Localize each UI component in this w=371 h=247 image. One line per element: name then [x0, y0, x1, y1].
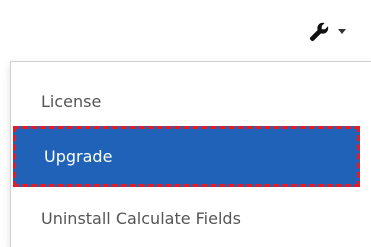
- menu-item-label: License: [41, 91, 102, 111]
- menu-item-label: Uninstall Calculate Fields: [41, 208, 241, 228]
- menu-item-uninstall-calculate-fields[interactable]: Uninstall Calculate Fields: [11, 190, 371, 246]
- page: License Upgrade Uninstall Calculate Fiel…: [0, 0, 371, 247]
- tools-dropdown-button[interactable]: [292, 15, 371, 48]
- menu-item-upgrade[interactable]: Upgrade: [13, 126, 360, 187]
- menu-item-label: Upgrade: [44, 147, 113, 166]
- caret-down-icon: [338, 29, 346, 34]
- dropdown-menu: License Upgrade Uninstall Calculate Fiel…: [10, 61, 371, 247]
- menu-item-license[interactable]: License: [11, 73, 371, 129]
- wrench-icon: [309, 22, 329, 41]
